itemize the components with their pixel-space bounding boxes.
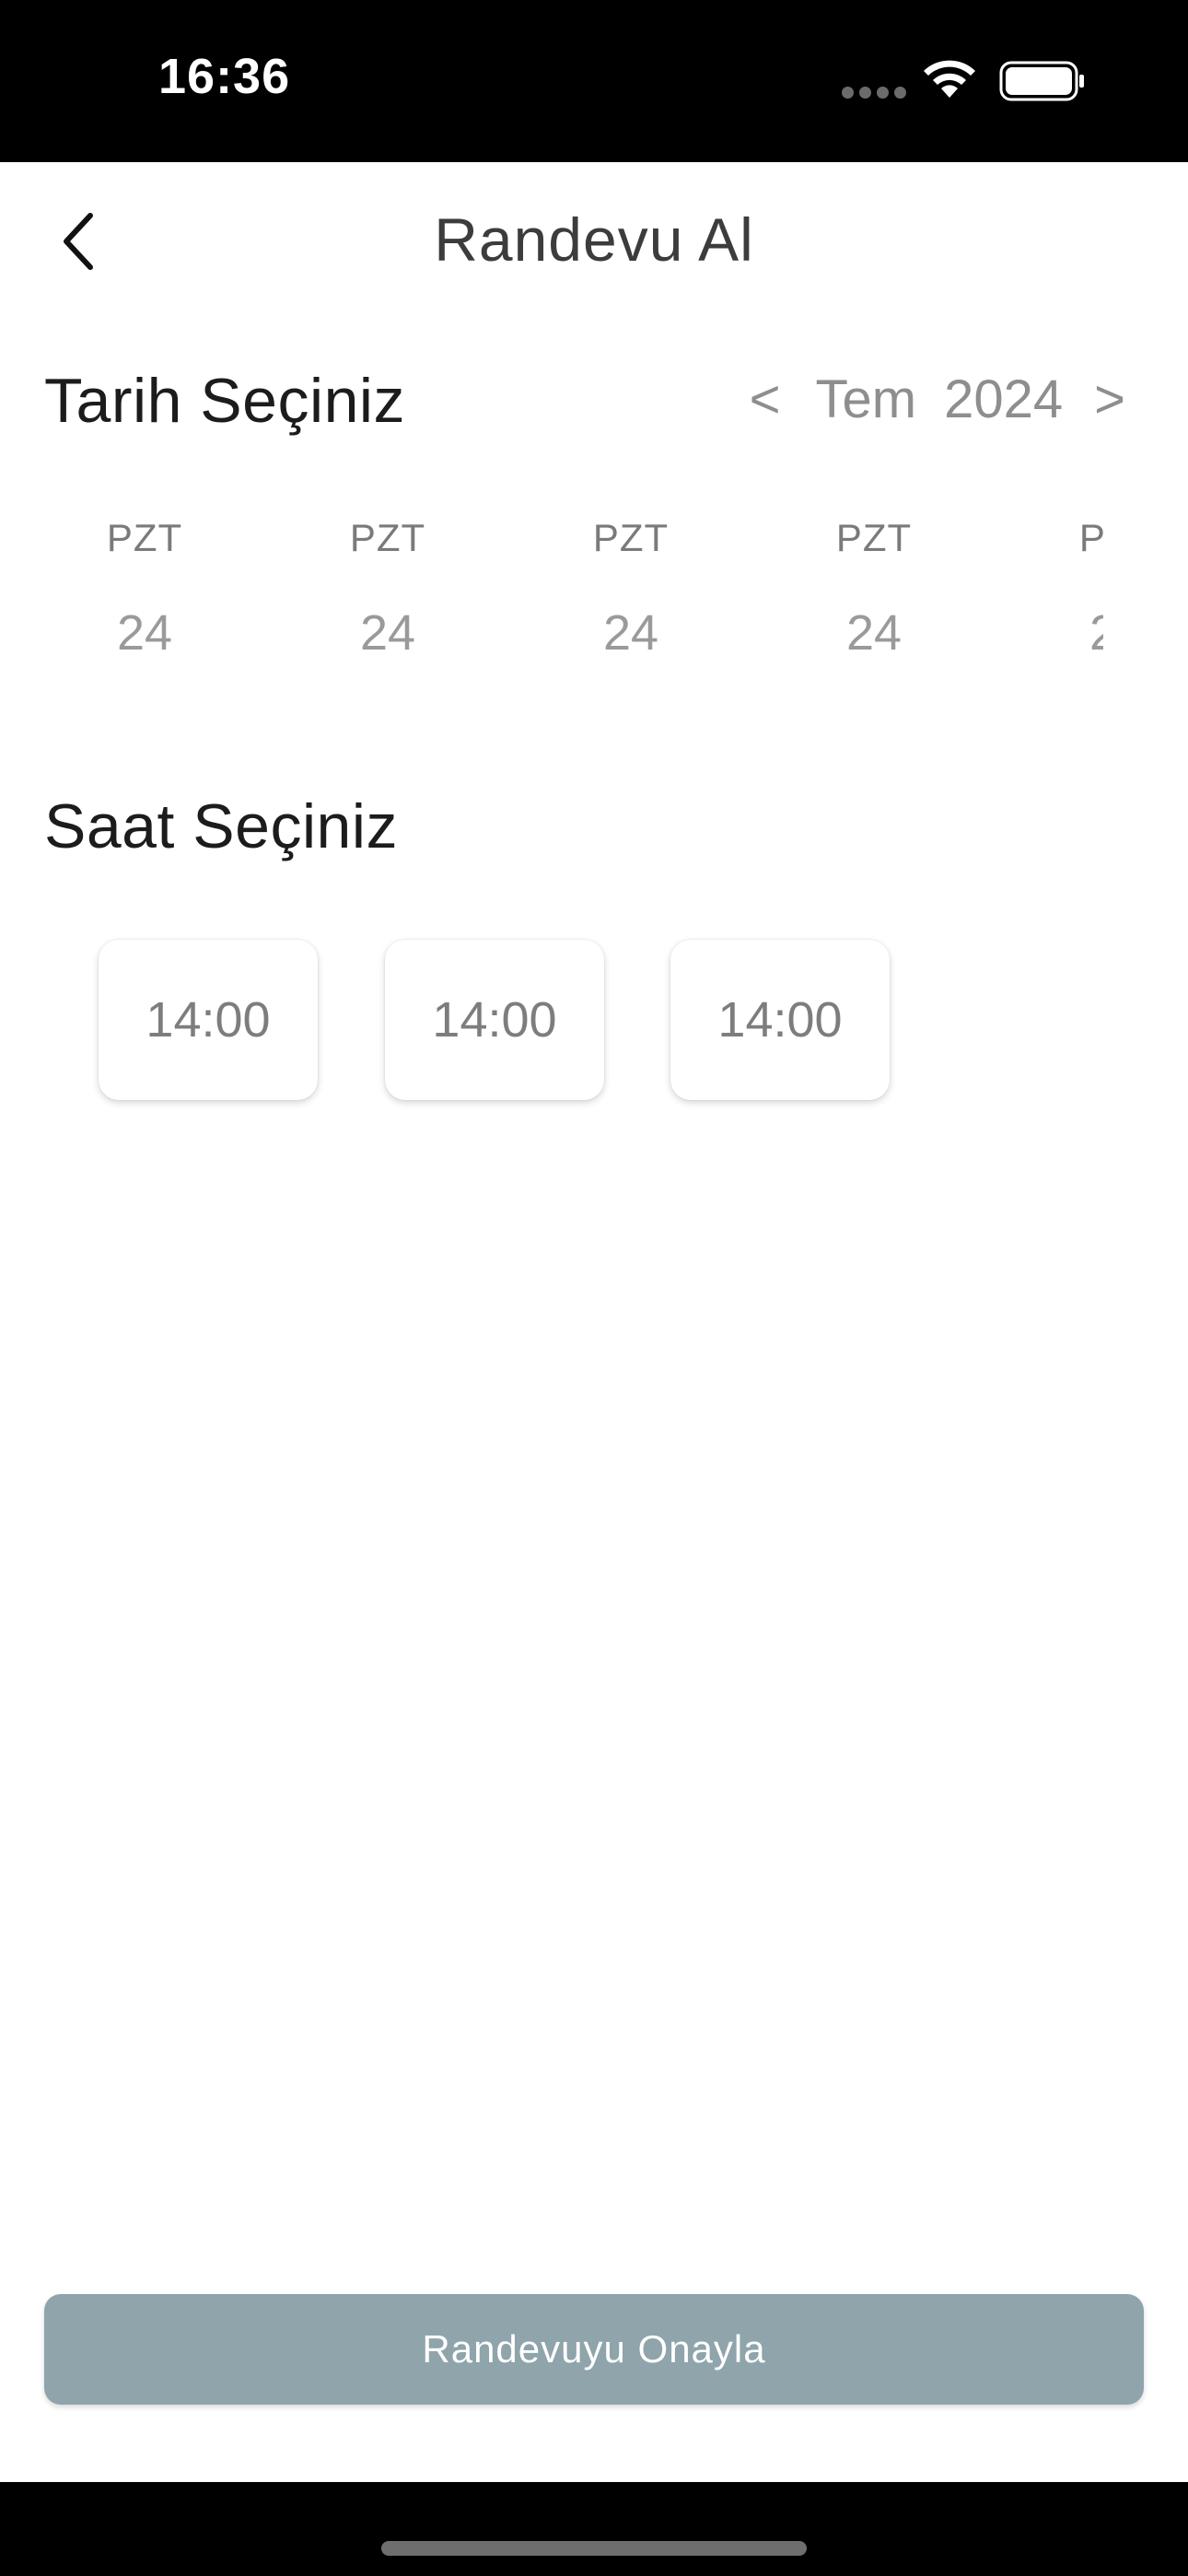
time-slot-button[interactable]: 14:00: [99, 940, 318, 1100]
wifi-icon: [921, 57, 978, 104]
home-indicator[interactable]: [381, 2541, 807, 2556]
day-name: PZT: [835, 516, 913, 559]
day-item[interactable]: PZT 24: [557, 516, 705, 662]
month-navigator: < Tem 2024 >: [742, 369, 1133, 430]
date-section-title: Tarih Seçiniz: [44, 366, 405, 436]
day-picker[interactable]: PZT 24 PZT 24 PZT 24 PZT 24 PZT 24: [0, 516, 1103, 682]
month-label: Tem: [815, 369, 917, 429]
next-month-button[interactable]: >: [1087, 369, 1133, 430]
status-bar: 16:36: [0, 0, 1188, 162]
day-item[interactable]: PZT 24: [71, 516, 218, 662]
time-slot-button[interactable]: 14:00: [385, 940, 604, 1100]
day-number: 24: [1089, 605, 1103, 661]
confirm-appointment-button[interactable]: Randevuyu Onayla: [44, 2294, 1144, 2405]
home-indicator-area: [0, 2482, 1188, 2576]
day-name: PZT: [349, 516, 426, 559]
day-number: 24: [845, 605, 903, 661]
day-item[interactable]: PZT 24: [1043, 516, 1103, 662]
day-item[interactable]: PZT 24: [800, 516, 948, 662]
year-label: 2024: [944, 369, 1064, 429]
day-number: 24: [602, 605, 659, 661]
time-section-title: Saat Seçiniz: [44, 791, 398, 861]
day-name: PZT: [592, 516, 670, 559]
day-number: 24: [359, 605, 416, 661]
status-time: 16:36: [158, 49, 291, 104]
time-slot-button[interactable]: 14:00: [670, 940, 890, 1100]
appointment-screen: 16:36 Randevu Al Tarih Seçiniz < Tem 202…: [0, 0, 1188, 2576]
cellular-signal-icon: [842, 87, 906, 99]
previous-month-button[interactable]: <: [742, 369, 788, 430]
day-number: 24: [116, 605, 173, 661]
day-name: PZT: [1078, 516, 1103, 559]
battery-icon: [999, 61, 1086, 106]
day-item[interactable]: PZT 24: [314, 516, 461, 662]
page-title: Randevu Al: [434, 205, 754, 274]
day-name: PZT: [106, 516, 183, 559]
